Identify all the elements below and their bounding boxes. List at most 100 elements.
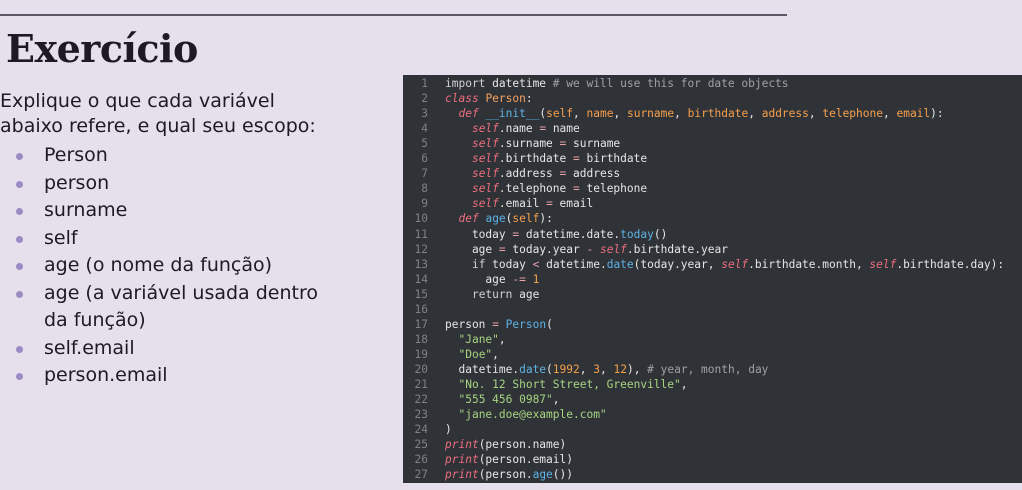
code-text: age = today.year - self.birthdate.year bbox=[445, 242, 728, 257]
code-token: 1 bbox=[532, 272, 540, 286]
line-number: 13 bbox=[414, 257, 428, 271]
code-token: surname bbox=[626, 107, 675, 121]
code-text: "jane.doe@example.com" bbox=[445, 407, 607, 422]
code-token: .telephone bbox=[498, 182, 573, 196]
line-number: 6 bbox=[421, 152, 428, 166]
code-token: datetime bbox=[485, 77, 553, 90]
code-token: self bbox=[471, 182, 499, 196]
line-number: 24 bbox=[414, 423, 428, 437]
slide-title: Exercício bbox=[6, 26, 198, 71]
code-text: print(person.email) bbox=[445, 452, 573, 467]
code-token: date bbox=[519, 362, 547, 376]
code-token: self bbox=[471, 197, 499, 211]
line-number: 4 bbox=[421, 122, 428, 136]
code-token: = bbox=[573, 182, 580, 196]
code-text: "Jane", bbox=[445, 332, 505, 347]
code-token: datetime.date. bbox=[519, 227, 621, 241]
code-text: "Doe", bbox=[445, 347, 499, 362]
code-text: print(person.age()) bbox=[445, 467, 573, 482]
code-token: email bbox=[552, 197, 594, 211]
code-token: self bbox=[599, 242, 627, 256]
code-token: datetime. bbox=[539, 257, 607, 271]
code-token: datetime. bbox=[445, 362, 520, 376]
code-token: import bbox=[445, 77, 486, 90]
line-number: 11 bbox=[414, 227, 428, 241]
code-token: ()) bbox=[552, 468, 574, 482]
code-token: self bbox=[471, 152, 499, 166]
code-token: address bbox=[566, 167, 621, 181]
code-token: (person.email) bbox=[478, 453, 573, 467]
code-token: surname bbox=[566, 137, 621, 151]
code-token: , bbox=[579, 362, 594, 376]
code-token: __init__ bbox=[485, 107, 540, 121]
code-token: , bbox=[808, 107, 823, 121]
code-token: person bbox=[445, 317, 493, 331]
code-token: (today.year, bbox=[633, 257, 722, 271]
code-token: date bbox=[606, 257, 634, 271]
code-token: .birthdate.day): bbox=[896, 257, 1005, 271]
line-number: 9 bbox=[421, 197, 428, 211]
line-number: 5 bbox=[421, 137, 428, 151]
list-item: age (a variável usada dentro da função) bbox=[14, 280, 334, 335]
line-number: 16 bbox=[414, 302, 428, 316]
line-number: 10 bbox=[414, 212, 428, 226]
code-text: "555 456 0987", bbox=[445, 392, 560, 407]
code-token: , bbox=[552, 393, 560, 407]
code-token: = bbox=[498, 242, 506, 256]
code-token: age bbox=[445, 242, 499, 256]
code-token: today bbox=[485, 257, 533, 271]
code-text: ) bbox=[445, 422, 452, 437]
code-text: age -= 1 bbox=[445, 272, 539, 287]
code-token: birthdate bbox=[579, 152, 648, 166]
code-token: ), bbox=[626, 362, 648, 376]
list-item: surname bbox=[14, 197, 334, 225]
code-token: email bbox=[896, 107, 931, 121]
code-token: , bbox=[882, 107, 897, 121]
list-item: self.email bbox=[14, 335, 334, 363]
code-token: "Doe" bbox=[458, 347, 493, 361]
code-token: "Jane" bbox=[458, 332, 499, 346]
code-token: birthdate bbox=[687, 107, 749, 121]
code-text: self.telephone = telephone bbox=[445, 181, 647, 196]
code-token: self bbox=[721, 257, 749, 271]
code-token: "555 456 0987" bbox=[458, 393, 553, 407]
code-text: def age(self): bbox=[445, 211, 552, 226]
line-number: 25 bbox=[414, 438, 428, 452]
top-divider bbox=[0, 14, 787, 16]
code-token: return bbox=[471, 287, 513, 301]
code-token: .surname bbox=[498, 137, 560, 151]
code-token: ( bbox=[546, 362, 553, 376]
code-token: ): bbox=[930, 107, 944, 121]
code-text: if today < datetime.date(today.year, sel… bbox=[445, 257, 1004, 272]
line-number: 27 bbox=[414, 468, 428, 482]
code-token: , bbox=[492, 347, 499, 361]
code-token: self bbox=[471, 137, 499, 151]
code-token: .email bbox=[498, 197, 547, 211]
code-token: telephone bbox=[579, 182, 648, 196]
code-text: self.surname = surname bbox=[445, 136, 620, 151]
code-token: telephone bbox=[822, 107, 883, 121]
list-item: age (o nome da função) bbox=[14, 252, 334, 280]
code-token: 3 bbox=[593, 362, 600, 376]
code-text: def __init__(self, name, surname, birthd… bbox=[445, 106, 944, 121]
code-token: "jane.doe@example.com" bbox=[458, 408, 607, 422]
code-token: = bbox=[573, 152, 580, 166]
code-token: print bbox=[445, 438, 479, 452]
code-text: today = datetime.date.today() bbox=[445, 227, 667, 242]
code-token: if bbox=[471, 257, 486, 271]
line-number: 2 bbox=[421, 92, 428, 106]
code-text: import datetime # we will use this for d… bbox=[445, 76, 789, 91]
code-token: , bbox=[748, 107, 762, 121]
code-token: print bbox=[445, 453, 479, 467]
line-number: 19 bbox=[414, 347, 428, 361]
code-token: today bbox=[445, 227, 513, 241]
line-number: 26 bbox=[414, 453, 428, 467]
list-item: Person bbox=[14, 142, 334, 170]
